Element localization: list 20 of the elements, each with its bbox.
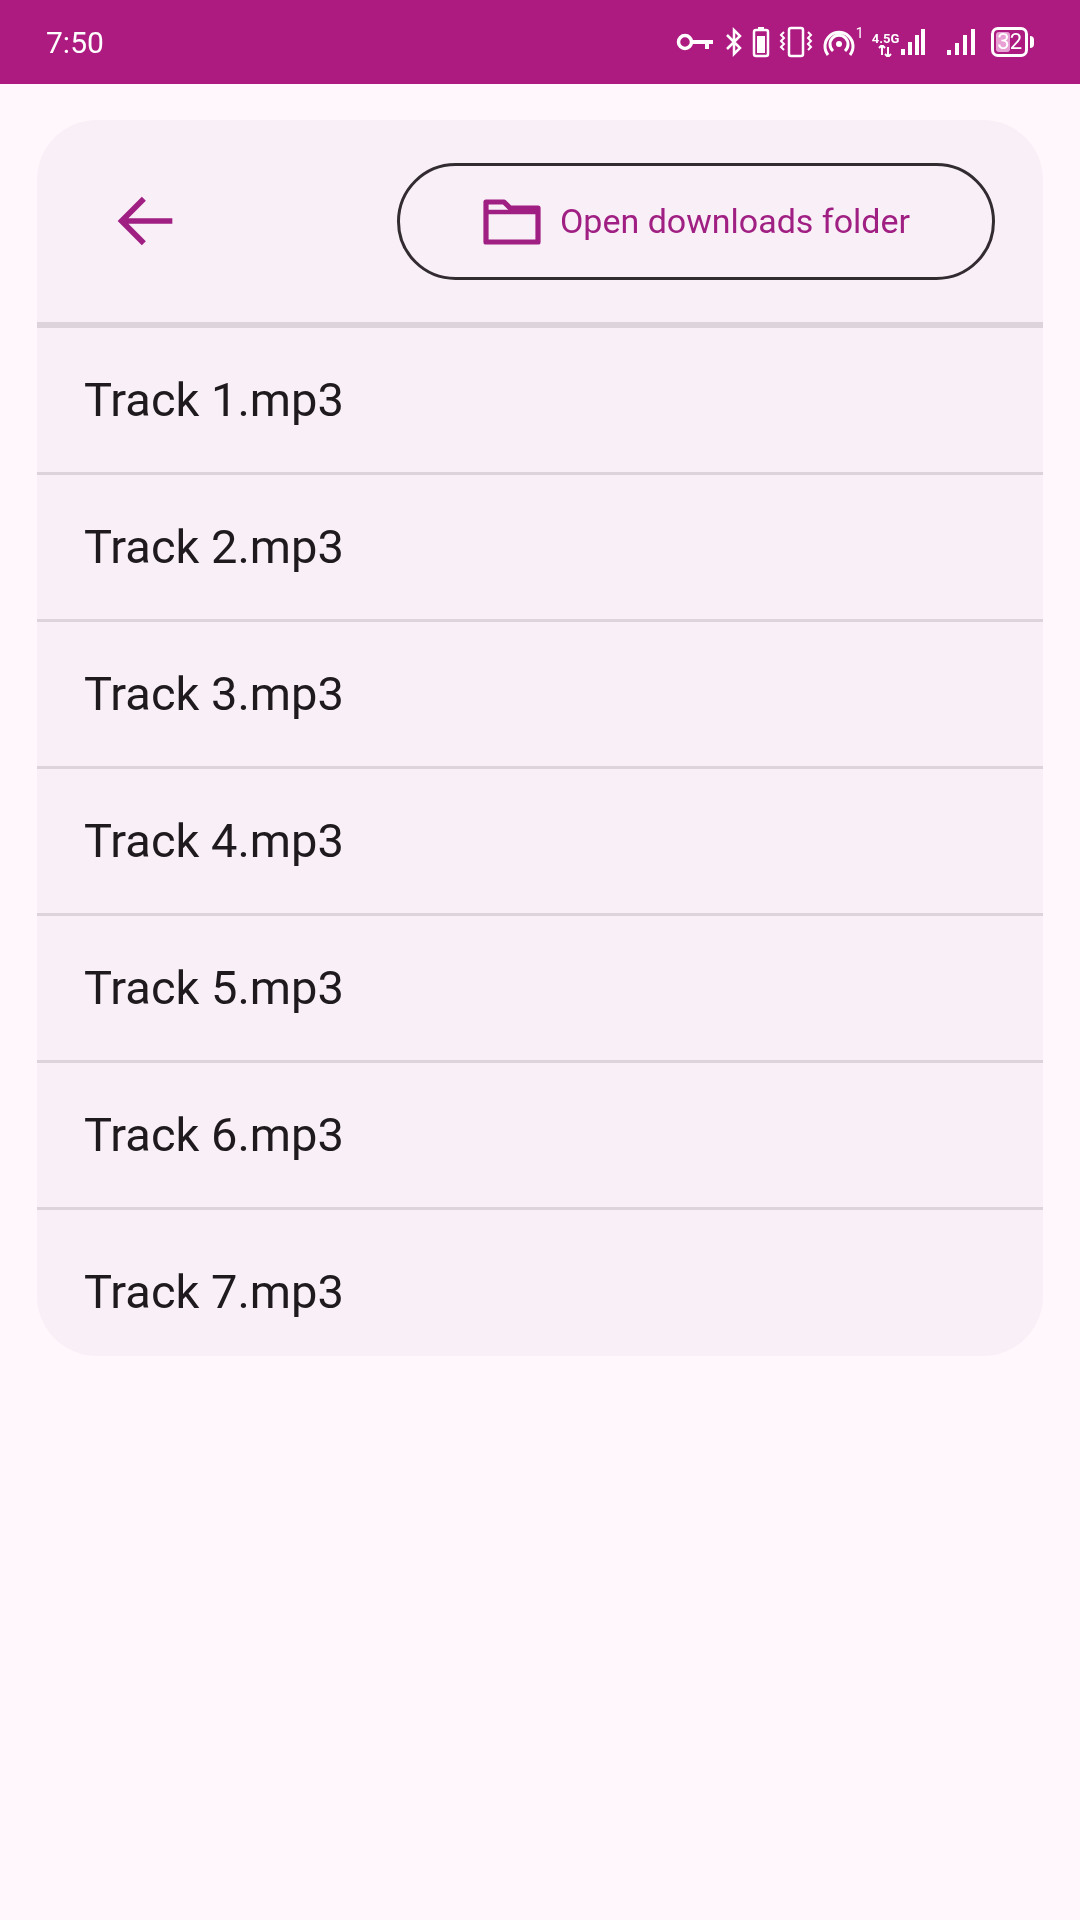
file-name[interactable]: Track 6.mp3 [84,1099,344,1171]
battery-level: 32 [997,31,1022,53]
signal-icon [901,27,926,57]
bluetooth-icon [723,26,744,58]
vibrate-icon [777,26,814,58]
open-downloads-folder-button[interactable]: Open downloads folder [397,162,995,280]
network-type: 4.5G [871,32,900,45]
file-name[interactable]: Track 5.mp3 [84,952,344,1024]
file-name[interactable]: Track 7.mp3 [84,1264,344,1320]
battery-saver-icon [751,26,770,58]
folder-icon [481,196,542,246]
file-name[interactable]: Track 3.mp3 [84,658,344,730]
key-icon [675,31,716,53]
file-name[interactable]: Track 2.mp3 [84,511,344,583]
hotspot-count: 1 [855,26,864,40]
data-arrows-icon [878,45,893,57]
signal-icon [947,27,978,57]
file-name[interactable]: Track 1.mp3 [84,364,344,436]
status-time: 7:50 [46,23,104,62]
file-name[interactable]: Track 4.mp3 [84,805,344,877]
